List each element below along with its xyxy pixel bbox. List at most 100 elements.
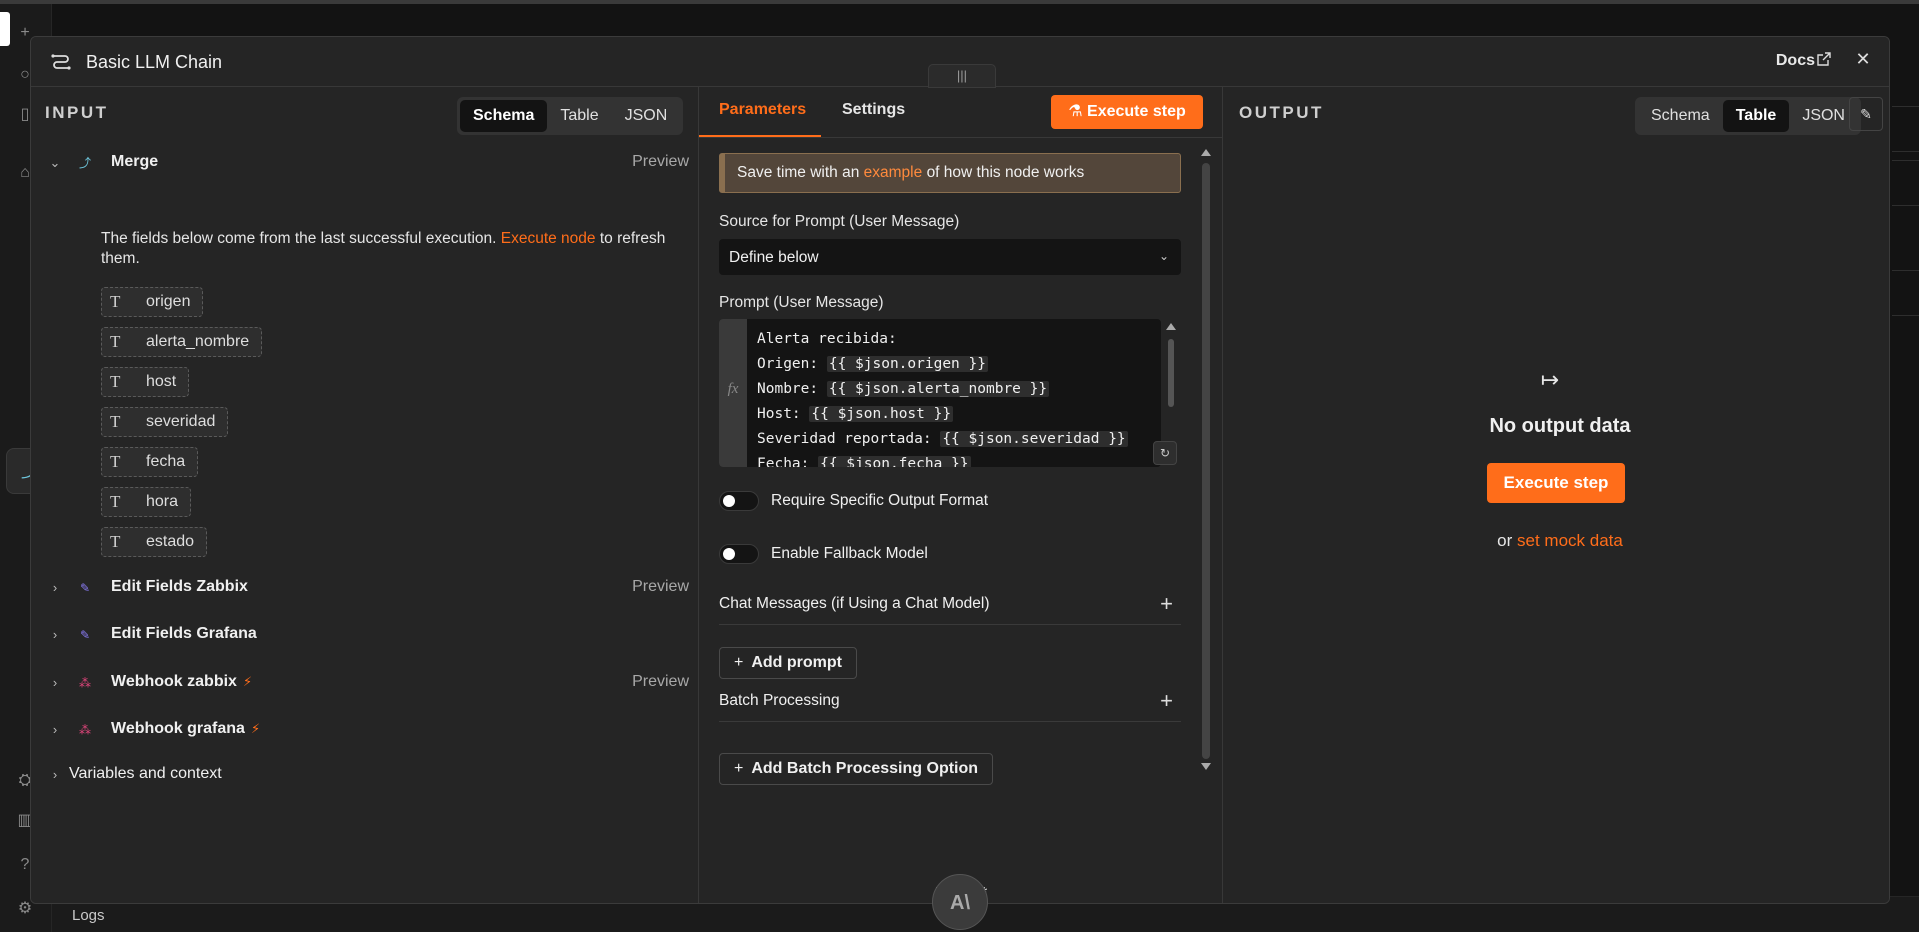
batch-processing-section[interactable]: Batch Processing + (719, 682, 1181, 722)
note-text: The fields below come from the last succ… (101, 230, 497, 247)
chevron-right-icon[interactable]: › (47, 580, 63, 596)
expand-editor-icon[interactable]: ↻ (1153, 441, 1177, 465)
tab-settings[interactable]: Settings (842, 101, 905, 119)
add-batch-option-button[interactable]: + Add Batch Processing Option (719, 753, 994, 785)
node-name: Edit Fields Grafana (111, 625, 257, 642)
docs-link[interactable]: Docs (1776, 52, 1815, 70)
source-label: Source for Prompt (User Message) (719, 213, 960, 230)
output-format-label: Require Specific Output Format (771, 492, 989, 509)
chevron-right-icon[interactable]: › (47, 675, 63, 691)
chevron-right-icon[interactable]: › (47, 627, 63, 643)
edit-icon: ✎ (79, 581, 91, 595)
output-format-toggle[interactable] (719, 491, 759, 511)
merge-icon: ⤴ (78, 156, 91, 170)
node-name: Webhook grafana ⚡ (111, 720, 261, 737)
plus-icon[interactable]: + (1160, 688, 1173, 714)
set-mock-data-link[interactable]: set mock data (1517, 531, 1623, 550)
prompt-code: Alerta recibida: Origen: {{ $json.origen … (757, 327, 1128, 467)
tree-node-variables[interactable]: › Variables and context (31, 763, 699, 787)
field-name: host (146, 373, 177, 390)
code-line: Origen: {{ $json.origen }} (757, 356, 988, 372)
plus-icon[interactable]: + (1160, 591, 1173, 617)
code-line: Alerta recibida: (757, 331, 897, 347)
text-type-icon: T (110, 372, 121, 391)
output-tab-json[interactable]: JSON (1789, 100, 1858, 132)
execute-node-link[interactable]: Execute node (501, 230, 596, 247)
schema-field[interactable]: Tseveridad (101, 407, 229, 437)
prompt-editor[interactable]: fx Alerta recibida: Origen: {{ $json.orig… (719, 319, 1161, 467)
model-avatar[interactable]: A\ (932, 874, 988, 930)
text-type-icon: T (110, 492, 121, 511)
schema-field[interactable]: Torigen (101, 287, 204, 317)
logs-label: Logs (72, 907, 105, 924)
field-name: origen (146, 293, 191, 310)
trigger-bolt-icon: ⚡ (250, 721, 261, 736)
pencil-icon: ✎ (1860, 106, 1872, 122)
node-name: Webhook zabbix ⚡ (111, 673, 253, 690)
modal-title: Basic LLM Chain (86, 52, 223, 72)
panel-drag-handle[interactable]: ||| (928, 64, 996, 88)
fallback-label: Enable Fallback Model (771, 545, 928, 562)
chat-messages-label: Chat Messages (if Using a Chat Model) (719, 595, 990, 612)
external-link-icon[interactable] (1817, 52, 1831, 66)
close-icon[interactable]: ✕ (1853, 49, 1873, 69)
flask-icon: ⚗ (1068, 103, 1088, 120)
chevron-right-icon[interactable]: › (47, 767, 63, 783)
canvas-edge (1892, 106, 1919, 152)
preview-link[interactable]: Preview (632, 673, 689, 691)
text-type-icon: T (110, 452, 121, 471)
mock-data-line: or set mock data (1497, 531, 1623, 550)
field-name: severidad (146, 413, 216, 430)
fallback-toggle[interactable] (719, 544, 759, 564)
input-tab-table[interactable]: Table (547, 100, 611, 132)
node-name: Edit Fields Zabbix (111, 578, 248, 595)
code-line: Fecha: {{ $json.fecha }} (757, 452, 1128, 467)
tree-node-webhook-grafana[interactable]: › ⁂ Webhook grafana ⚡ (31, 718, 699, 744)
fx-icon: fx (719, 319, 747, 467)
chevron-down-icon: ⌄ (1158, 249, 1169, 263)
output-title: OUTPUT (1239, 103, 1324, 122)
node-modal: Basic LLM Chain Docs ✕ INPUT Schema Tabl… (30, 36, 1890, 904)
field-name: estado (146, 533, 195, 550)
execute-step-button[interactable]: ⚗ Execute step (1051, 95, 1203, 129)
example-link[interactable]: example (864, 164, 923, 181)
field-name: hora (146, 493, 179, 510)
tree-node-edit-fields-grafana[interactable]: › ✎ Edit Fields Grafana (31, 623, 699, 649)
output-view-switch: Schema Table JSON (1635, 97, 1861, 135)
execution-note: The fields below come from the last succ… (101, 229, 689, 269)
variables-label: Variables and context (69, 765, 222, 782)
tree-node-edit-fields-zabbix[interactable]: › ✎ Edit Fields Zabbix Preview (31, 576, 699, 602)
output-tab-table[interactable]: Table (1722, 100, 1790, 132)
params-scrollbar[interactable] (1199, 149, 1213, 770)
schema-field[interactable]: Talerta_nombre (101, 327, 263, 357)
batch-label: Batch Processing (719, 692, 840, 709)
text-type-icon: T (110, 332, 121, 351)
edit-output-button[interactable]: ✎ (1849, 97, 1883, 131)
execute-step-button-output[interactable]: Execute step (1487, 463, 1625, 503)
schema-field[interactable]: Testado (101, 527, 208, 557)
tree-node-webhook-zabbix[interactable]: › ⁂ Webhook zabbix ⚡ Preview (31, 671, 699, 697)
tab-parameters[interactable]: Parameters (719, 101, 806, 119)
schema-field[interactable]: Thost (101, 367, 190, 397)
field-name: fecha (146, 453, 186, 470)
chat-messages-section[interactable]: Chat Messages (if Using a Chat Model) + (719, 585, 1181, 625)
webhook-icon: ⁂ (79, 723, 91, 737)
schema-field[interactable]: Thora (101, 487, 192, 517)
chevron-down-icon[interactable]: ⌄ (47, 155, 63, 171)
input-tab-json[interactable]: JSON (612, 100, 681, 132)
input-tab-schema[interactable]: Schema (460, 100, 548, 132)
schema-field[interactable]: Tfecha (101, 447, 199, 477)
prompt-label: Prompt (User Message) (719, 294, 884, 311)
preview-link[interactable]: Preview (632, 578, 689, 596)
code-line: Host: {{ $json.host }} (757, 406, 954, 422)
text-type-icon: T (110, 292, 121, 311)
chevron-right-icon[interactable]: › (47, 722, 63, 738)
add-prompt-button[interactable]: + Add prompt (719, 647, 857, 679)
output-tab-schema[interactable]: Schema (1638, 100, 1723, 132)
tree-node-merge[interactable]: ⌄ ⤴ Merge Preview (31, 151, 699, 177)
preview-link[interactable]: Preview (632, 153, 689, 171)
output-arrow-icon: ↦ (1540, 367, 1560, 392)
text-type-icon: T (110, 532, 121, 551)
source-select[interactable]: Define below ⌄ (719, 239, 1181, 275)
canvas-edge (1892, 160, 1919, 206)
